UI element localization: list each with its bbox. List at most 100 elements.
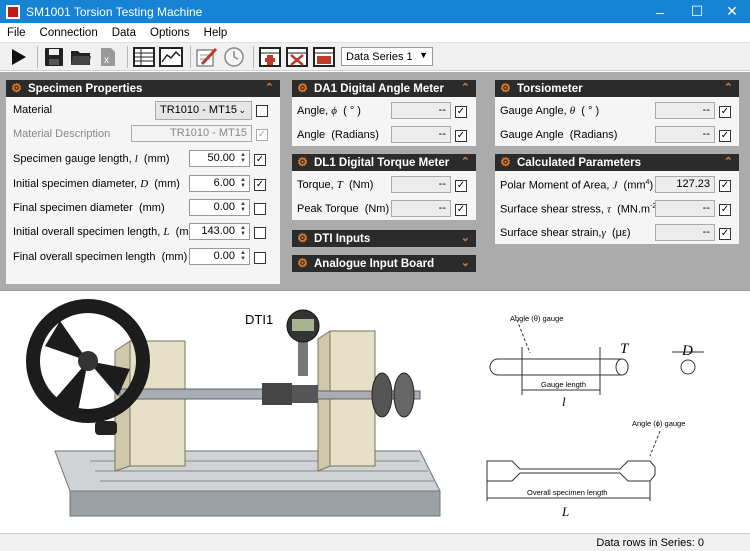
gear-icon: ⚙ [297,81,308,95]
spinner-icon[interactable]: ▲ ▼ [238,152,248,165]
polar-moment-checkbox[interactable]: ✓ [719,180,731,192]
panel-header[interactable]: ⚙ Analogue Input Board ⌄ [292,255,476,272]
peak-torque-checkbox[interactable]: ✓ [455,204,467,216]
shear-stress-checkbox[interactable]: ✓ [719,204,731,216]
spinner-icon[interactable]: ▲ ▼ [238,201,248,214]
panel-title: Torsiometer [517,82,583,95]
peak-torque-label: Peak Torque (Nm) [297,203,390,215]
timer-icon[interactable] [222,45,246,69]
table-icon[interactable] [132,45,156,69]
menu-options[interactable]: Options [143,27,197,39]
save-icon[interactable] [42,45,66,69]
maximize-button[interactable]: ☐ [677,0,717,23]
d-symbol: D [681,343,693,359]
collapse-up-icon[interactable]: ⌃ [461,155,470,168]
add-row-icon[interactable] [258,45,282,69]
final-overall-length-checkbox[interactable] [254,252,266,264]
gear-icon: ⚙ [11,81,22,95]
spinner-icon[interactable]: ▲ ▼ [238,177,248,190]
l-symbol: l [562,394,566,409]
chevron-down-icon: ▼ [419,50,428,60]
gear-icon: ⚙ [297,256,308,270]
collapse-up-icon[interactable]: ⌃ [724,155,733,168]
shear-strain-checkbox[interactable]: ✓ [719,228,731,240]
play-icon[interactable] [6,45,30,69]
toolbar-divider [253,45,254,68]
delete-row-icon[interactable] [285,45,309,69]
menu-data[interactable]: Data [105,27,143,39]
gauge-angle-radians-field: -- [655,126,715,143]
angle-radians-field: -- [391,126,451,143]
final-overall-length-input[interactable]: 0.00 ▲ ▼ [189,248,250,265]
gauge-length-checkbox[interactable]: ✓ [254,154,266,166]
material-value: TR1010 - MT15 [160,104,238,116]
final-diameter-checkbox[interactable] [254,203,266,215]
specimen-rod-bottom [486,460,656,482]
panel-header[interactable]: ⚙ Torsiometer ⌃ [495,80,739,97]
gear-icon: ⚙ [297,155,308,169]
angle-radians-checkbox[interactable]: ✓ [455,130,467,142]
open-folder-icon[interactable] [69,45,93,69]
minimize-button[interactable]: – [640,0,680,23]
polar-moment-field: 127.23 [655,176,715,193]
initial-diameter-checkbox[interactable]: ✓ [254,179,266,191]
clear-table-icon[interactable] [312,45,336,69]
data-rows-status: Data rows in Series: 0 [596,537,704,549]
initial-overall-length-input[interactable]: 143.00 ▲ ▼ [189,223,250,240]
material-checkbox[interactable] [256,105,268,117]
material-select[interactable]: TR1010 - MT15 ⌄ [155,101,252,120]
gauge-angle-degrees-checkbox[interactable]: ✓ [719,106,731,118]
gauge-angle-radians-checkbox[interactable]: ✓ [719,130,731,142]
spinner-icon[interactable]: ▲ ▼ [238,225,248,238]
collapse-up-icon[interactable]: ⌃ [265,81,274,94]
expand-down-icon[interactable]: ⌄ [461,256,470,269]
angle-degrees-field: -- [391,102,451,119]
expand-down-icon[interactable]: ⌄ [461,231,470,244]
torsion-machine-illustration: DTI1 Angle (θ) gauge Gauge length l T D … [26,299,704,519]
calculated-parameters-panel: ⚙ Calculated Parameters ⌃ Polar Moment o… [495,154,739,244]
shear-stress-field: -- [655,200,715,217]
panel-header[interactable]: ⚙ DL1 Digital Torque Meter ⌃ [292,154,476,171]
menu-help[interactable]: Help [197,27,235,39]
menu-connection[interactable]: Connection [33,27,105,39]
panel-header[interactable]: ⚙ Specimen Properties ⌃ [6,80,280,97]
initial-overall-length-checkbox[interactable] [254,227,266,239]
graph-icon[interactable] [159,45,183,69]
t-symbol: T [620,341,630,357]
gear-icon: ⚙ [500,81,511,95]
shear-stress-label: Surface shear stress, τ (MN.m-2) [500,203,660,216]
app-icon [6,4,20,19]
collapse-up-icon[interactable]: ⌃ [461,81,470,94]
final-diameter-label: Final specimen diameter (mm) [13,202,165,214]
gauge-angle-degrees-field: -- [655,102,715,119]
menu-file[interactable]: File [0,27,33,39]
collapse-up-icon[interactable]: ⌃ [724,81,733,94]
torque-checkbox[interactable]: ✓ [455,180,467,192]
specimen-grip-left [262,383,292,405]
svg-text:x: x [104,55,109,66]
gear-icon: ⚙ [297,231,308,245]
window-title: SM1001 Torsion Testing Machine [26,4,203,19]
panel-header[interactable]: ⚙ Calculated Parameters ⌃ [495,154,739,171]
spinner-icon[interactable]: ▲ ▼ [238,250,248,263]
edit-chart-icon[interactable] [195,45,219,69]
specimen-rod-top [489,358,629,376]
data-series-select[interactable]: Data Series 1 ▼ [341,47,433,66]
panel-header[interactable]: ⚙ DA1 Digital Angle Meter ⌃ [292,80,476,97]
panel-header[interactable]: ⚙ DTI Inputs ⌄ [292,230,476,247]
final-diameter-input[interactable]: 0.00 ▲ ▼ [189,199,250,216]
dti1-label: DTI1 [245,312,273,327]
gauge-angle-degrees-label: Gauge Angle, θ ( ° ) [500,105,600,117]
specimen-grip-right [292,385,318,403]
close-file-icon[interactable]: x [96,45,120,69]
specimen-properties-panel: ⚙ Specimen Properties ⌃ Material TR1010 … [6,80,280,284]
material-description-checkbox: ✓ [256,129,268,141]
status-bar: Data rows in Series: 0 [0,533,750,551]
close-button[interactable]: ✕ [712,0,750,23]
angle-degrees-checkbox[interactable]: ✓ [455,106,467,118]
angle-degrees-label: Angle, ϕ ( ° ) [297,105,361,117]
initial-diameter-input[interactable]: 6.00 ▲ ▼ [189,175,250,192]
torque-field: -- [391,176,451,193]
data-series-value: Data Series 1 [346,50,413,63]
gauge-length-input[interactable]: 50.00 ▲ ▼ [189,150,250,167]
